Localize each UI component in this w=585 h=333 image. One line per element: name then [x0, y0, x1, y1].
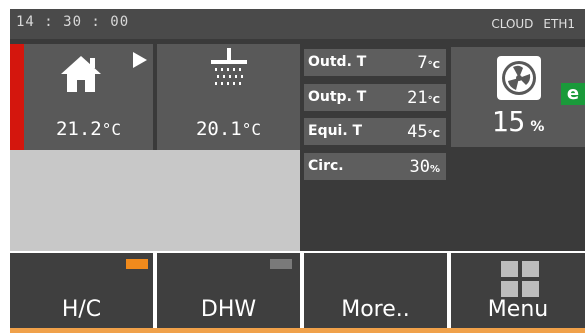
house-temperature: 21.2°C — [55, 118, 122, 140]
fan-speed: 15 % — [491, 105, 545, 138]
play-icon — [133, 52, 147, 68]
dhw-button[interactable]: DHW — [157, 253, 300, 328]
zone-empty-area — [10, 150, 300, 251]
active-zone-indicator — [10, 44, 24, 150]
eco-badge: e — [561, 83, 585, 105]
zone-house-tile[interactable]: 21.2°C — [24, 44, 153, 150]
bottom-accent-line — [10, 328, 585, 333]
more-button[interactable]: More.. — [304, 253, 447, 328]
status-bar: 14 : 30 : 00 CLOUD ETH1 — [10, 9, 585, 39]
dhw-indicator — [270, 259, 292, 269]
reading-equi-temp: Equi. T 45°C — [304, 118, 446, 145]
hc-indicator — [126, 259, 148, 269]
eth-status: ETH1 — [543, 17, 575, 31]
fan-panel[interactable]: e 15 % — [451, 47, 585, 147]
fan-icon — [497, 56, 541, 100]
hc-button[interactable]: H/C — [10, 253, 153, 328]
network-status: CLOUD ETH1 — [491, 17, 585, 31]
menu-grid-icon — [501, 261, 539, 297]
shower-icon — [211, 48, 247, 85]
zone-dhw-tile[interactable]: 20.1°C — [157, 44, 300, 150]
cloud-status: CLOUD — [491, 17, 534, 31]
menu-button[interactable]: Menu — [451, 253, 585, 328]
reading-circulation: Circ. 30% — [304, 153, 446, 180]
house-icon — [61, 56, 101, 92]
reading-output-temp: Outp. T 21°C — [304, 84, 446, 111]
reading-outdoor-temp: Outd. T 7°C — [304, 49, 446, 76]
dhw-temperature: 20.1°C — [195, 118, 262, 140]
clock: 14 : 30 : 00 — [16, 14, 130, 30]
